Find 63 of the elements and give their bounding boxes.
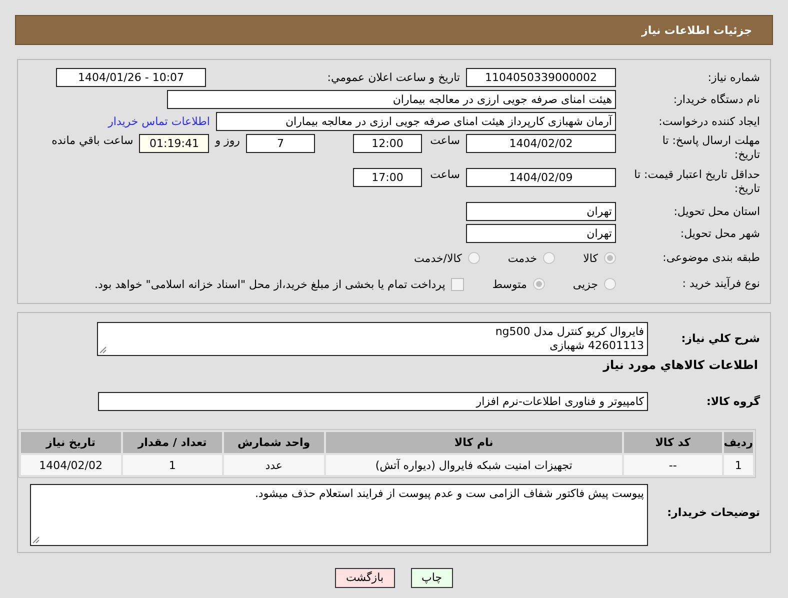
time-label: ساعت (429, 134, 460, 147)
table-cell: عدد (224, 455, 324, 475)
validity-time-field: 17:00 (353, 168, 422, 187)
field-label: نوع فرآیند خرید : (681, 277, 760, 291)
radio-label: کالا (583, 252, 598, 264)
field-label: شماره نیاز: (706, 70, 760, 84)
description-field: فایروال کریو کنترل مدل ng500 42601113 شهبازی (97, 322, 648, 356)
buyer-org-field: هیئت امنای صرفه جویی ارزی در معالجه بیماران (167, 90, 616, 109)
radio-label: متوسط (492, 278, 527, 290)
field-label: طبقه بندی موضوعی: (662, 251, 760, 265)
print-button[interactable]: چاپ (410, 568, 454, 588)
radio-button[interactable] (543, 252, 556, 264)
goods-group-field: کامپیوتر و فناوری اطلاعات-نرم افزار (98, 392, 648, 411)
column-header: واحد شمارش (224, 432, 324, 453)
time-label: ساعت (429, 168, 460, 181)
days-label: روز و (215, 134, 240, 147)
city-field: تهران (466, 224, 616, 243)
radio-button[interactable] (468, 252, 480, 264)
table-cell: 1404/02/02 (21, 455, 121, 475)
validity-date-field: 1404/02/09 (466, 168, 616, 187)
section-heading: اطلاعات کالاهاي مورد نیاز (602, 358, 759, 372)
column-header: تاریخ نیاز (21, 432, 121, 453)
radio-label: جزیی (572, 278, 598, 290)
need-number-field: 1104050339000002 (466, 68, 616, 87)
radio-label: کالا/خدمت (414, 252, 462, 264)
buyer-contact-link[interactable]: اطلاعات تماس خریدار (108, 115, 210, 128)
table-cell: 1 (122, 455, 222, 475)
column-header: کد کالا (624, 432, 722, 453)
field-label: توضیحات خریدار: (666, 505, 760, 520)
column-header: ردیف (724, 432, 753, 453)
treasury-note: پرداخت تمام یا بخشی از مبلغ خرید،از محل "اسناد خزانه اسلامی" خواهد بود. (94, 278, 446, 290)
field-label: مهلت ارسال پاسخ: تا تاریخ: (661, 134, 760, 162)
field-label: استان محل تحویل: (672, 204, 760, 218)
radio-button[interactable] (532, 278, 545, 290)
field-label: گروه کالا: (705, 394, 760, 408)
field-label: حداقل تاریخ اعتبار قیمت: تا تاریخ: (634, 168, 760, 196)
field-label: نام دستگاه خریدار: (672, 92, 760, 106)
days-field: 7 (246, 134, 315, 153)
deadline-time-field: 12:00 (353, 134, 422, 153)
province-field: تهران (466, 202, 616, 221)
checkbox[interactable] (451, 278, 464, 290)
remaining-label: ساعت باقي مانده (52, 134, 134, 147)
column-header: نام کالا (326, 432, 622, 453)
deadline-date-field: 1404/02/02 (466, 134, 616, 153)
page-title-bar: جزئیات اطلاعات نیاز (15, 15, 773, 45)
field-label: ایجاد کننده درخواست: (658, 114, 760, 128)
radio-label: خدمت (508, 252, 538, 264)
resize-grip-icon[interactable] (32, 536, 40, 544)
table-cell: 1 (724, 455, 753, 475)
resize-grip-icon[interactable] (99, 346, 107, 354)
table-cell: تجهیزات امنیت شبکه فایروال (دیواره آتش) (326, 455, 622, 475)
buyer-notes-field: پیوست پیش فاکتور شفاف الزامی ست و عدم پیوست از فرایند استعلام حذف میشود. (30, 484, 648, 546)
field-label: تاریخ و ساعت اعلان عمومي: (326, 70, 460, 84)
radio-button[interactable] (604, 252, 616, 264)
announce-date-field: 1404/01/26 - 10:07 (56, 68, 206, 87)
back-button[interactable]: بازگشت (334, 568, 395, 588)
table-cell: -- (624, 455, 722, 475)
radio-button[interactable] (604, 278, 616, 290)
column-header: تعداد / مقدار (122, 432, 222, 453)
field-label: شرح کلي نیاز: (680, 331, 760, 346)
remaining-time-field: 01:19:41 (139, 134, 210, 153)
requester-field: آرمان شهبازی کارپرداز هیئت امنای صرفه جویی ارزی در معالجه بیماران (216, 112, 616, 131)
field-label: شهر محل تحویل: (679, 226, 760, 240)
